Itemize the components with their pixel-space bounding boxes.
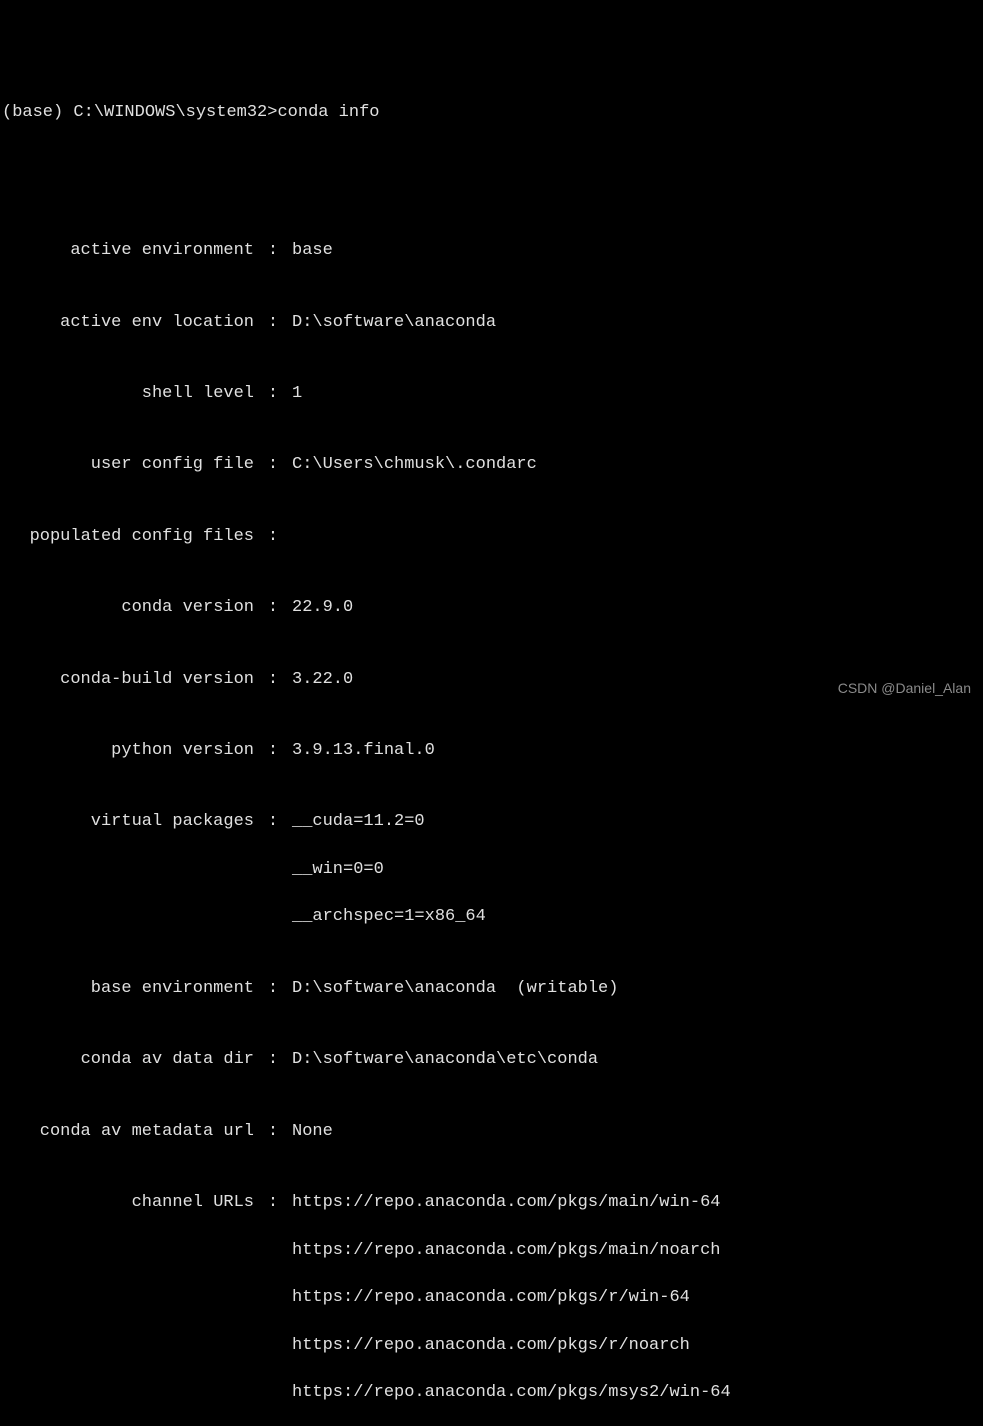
row-channel-urls-cont: https://repo.anaconda.com/pkgs/r/win-64: [2, 1286, 981, 1310]
value-conda-av-data-dir: D:\software\anaconda\etc\conda: [292, 1048, 598, 1072]
row-active-environment: active environment : base: [2, 239, 981, 263]
value-active-environment: base: [292, 239, 333, 263]
value-virtual-packages-2: __archspec=1=x86_64: [292, 905, 486, 929]
row-user-config-file: user config file : C:\Users\chmusk\.cond…: [2, 453, 981, 477]
row-channel-urls-cont: https://repo.anaconda.com/pkgs/main/noar…: [2, 1239, 981, 1263]
row-shell-level: shell level : 1: [2, 382, 981, 406]
value-conda-av-metadata-url: None: [292, 1120, 333, 1144]
row-conda-av-data-dir: conda av data dir : D:\software\anaconda…: [2, 1048, 981, 1072]
command-prompt-line: (base) C:\WINDOWS\system32>conda info: [2, 101, 981, 125]
value-virtual-packages-1: __win=0=0: [292, 858, 384, 882]
label-active-env-location: active env location: [2, 311, 254, 335]
label-base-environment: base environment: [2, 977, 254, 1001]
row-conda-build-version: conda-build version : 3.22.0: [2, 668, 981, 692]
value-conda-version: 22.9.0: [292, 596, 353, 620]
value-conda-build-version: 3.22.0: [292, 668, 353, 692]
label-conda-version: conda version: [2, 596, 254, 620]
value-channel-urls-2: https://repo.anaconda.com/pkgs/r/win-64: [292, 1286, 690, 1310]
conda-info-output: active environment : base active env loc…: [2, 192, 981, 1426]
value-user-config-file: C:\Users\chmusk\.condarc: [292, 453, 537, 477]
row-active-env-location: active env location : D:\software\anacon…: [2, 311, 981, 335]
row-channel-urls-cont: https://repo.anaconda.com/pkgs/msys2/win…: [2, 1381, 981, 1405]
row-virtual-packages: virtual packages : __cuda=11.2=0: [2, 810, 981, 834]
value-channel-urls-3: https://repo.anaconda.com/pkgs/r/noarch: [292, 1334, 690, 1358]
label-channel-urls: channel URLs: [2, 1191, 254, 1215]
row-channel-urls-cont: https://repo.anaconda.com/pkgs/r/noarch: [2, 1334, 981, 1358]
value-virtual-packages-0: __cuda=11.2=0: [292, 810, 425, 834]
label-conda-av-metadata-url: conda av metadata url: [2, 1120, 254, 1144]
label-shell-level: shell level: [2, 382, 254, 406]
row-populated-config-files: populated config files :: [2, 525, 981, 549]
row-conda-version: conda version : 22.9.0: [2, 596, 981, 620]
row-channel-urls: channel URLs : https://repo.anaconda.com…: [2, 1191, 981, 1215]
row-base-environment: base environment : D:\software\anaconda …: [2, 977, 981, 1001]
watermark-text: CSDN @Daniel_Alan: [838, 679, 971, 699]
value-shell-level: 1: [292, 382, 302, 406]
conda-env-prefix: (base): [2, 103, 73, 122]
label-active-environment: active environment: [2, 239, 254, 263]
value-channel-urls-4: https://repo.anaconda.com/pkgs/msys2/win…: [292, 1381, 731, 1405]
row-conda-av-metadata-url: conda av metadata url : None: [2, 1120, 981, 1144]
prompt-path: C:\WINDOWS\system32>: [73, 103, 277, 122]
row-python-version: python version : 3.9.13.final.0: [2, 739, 981, 763]
value-python-version: 3.9.13.final.0: [292, 739, 435, 763]
row-virtual-packages-cont: __win=0=0: [2, 858, 981, 882]
label-conda-build-version: conda-build version: [2, 668, 254, 692]
value-base-environment: D:\software\anaconda (writable): [292, 977, 618, 1001]
label-populated-config-files: populated config files: [2, 525, 254, 549]
value-channel-urls-1: https://repo.anaconda.com/pkgs/main/noar…: [292, 1239, 720, 1263]
label-user-config-file: user config file: [2, 453, 254, 477]
value-active-env-location: D:\software\anaconda: [292, 311, 496, 335]
label-virtual-packages: virtual packages: [2, 810, 254, 834]
label-conda-av-data-dir: conda av data dir: [2, 1048, 254, 1072]
value-channel-urls-0: https://repo.anaconda.com/pkgs/main/win-…: [292, 1191, 720, 1215]
row-virtual-packages-cont: __archspec=1=x86_64: [2, 905, 981, 929]
typed-command[interactable]: conda info: [277, 103, 379, 122]
label-python-version: python version: [2, 739, 254, 763]
